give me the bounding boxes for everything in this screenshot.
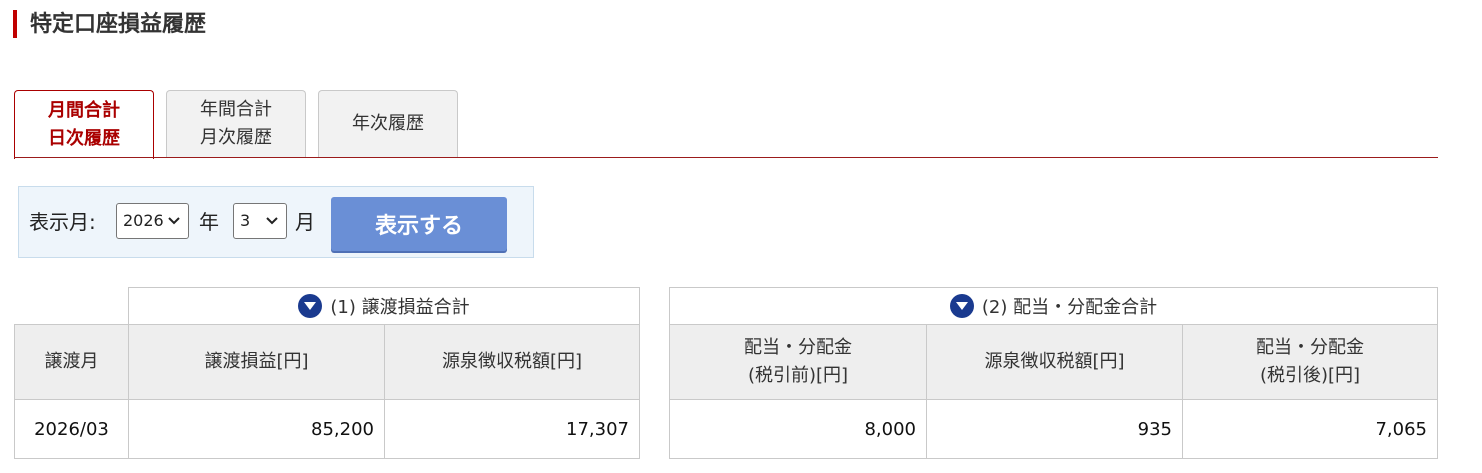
chevron-down-icon [167, 204, 181, 251]
header-transfer-pl: 譲渡損益[円] [128, 324, 385, 400]
tab-label-line1: 年次履歴 [352, 113, 424, 134]
tab-label-line2: 日次履歴 [48, 128, 120, 149]
chevron-down-icon [265, 204, 279, 251]
page-title: 特定口座損益履歴 [30, 12, 207, 37]
header-dividend-withholding-tax: 源泉徴収税額[円] [926, 324, 1183, 400]
year-select-value: 2026 [123, 211, 164, 230]
header-text: 配当・分配金 [744, 337, 852, 358]
tab-divider [14, 157, 1438, 158]
dividend-group-title: (2) 配当・分配金合計 [981, 297, 1158, 318]
header-withholding-tax: 源泉徴収税額[円] [384, 324, 640, 400]
month-select[interactable]: 3 [233, 203, 287, 239]
cell-dividend-withholding-tax: 935 [926, 399, 1183, 459]
tab-label-line2: 月次履歴 [200, 127, 272, 148]
header-text: (税引前)[円] [747, 365, 849, 386]
triangle-down-icon[interactable] [949, 294, 974, 318]
title-accent-bar [13, 10, 17, 38]
cell-dividend-before-tax: 8,000 [669, 399, 927, 459]
year-select[interactable]: 2026 [116, 203, 189, 239]
header-transfer-month: 譲渡月 [14, 324, 129, 400]
year-unit: 年 [199, 210, 219, 234]
display-month-filter: 表示月: 2026 年 3 月 表示する [18, 186, 534, 258]
dividend-group-header: (2) 配当・分配金合計 [669, 287, 1438, 325]
cell-withholding-tax: 17,307 [384, 399, 640, 459]
header-text: 譲渡月 [44, 351, 99, 372]
tab-label-line1: 年間合計 [200, 99, 272, 120]
header-dividend-after-tax: 配当・分配金 (税引後)[円] [1182, 324, 1438, 400]
display-month-label: 表示月: [29, 210, 96, 234]
triangle-down-icon[interactable] [298, 294, 323, 318]
month-select-value: 3 [240, 211, 251, 230]
header-text: 源泉徴収税額[円] [984, 351, 1125, 372]
transfer-pl-group-header: (1) 譲渡損益合計 [128, 287, 640, 325]
header-text: 源泉徴収税額[円] [441, 351, 583, 372]
transfer-pl-group-title: (1) 譲渡損益合計 [330, 297, 470, 318]
tab-monthly-total-daily-history[interactable]: 月間合計 日次履歴 [14, 90, 154, 159]
show-button[interactable]: 表示する [331, 197, 507, 251]
tab-yearly-history[interactable]: 年次履歴 [318, 90, 458, 157]
header-dividend-before-tax: 配当・分配金 (税引前)[円] [669, 324, 927, 400]
month-unit: 月 [295, 210, 315, 234]
header-text: (税引後)[円] [1259, 365, 1361, 386]
tab-label-line1: 月間合計 [48, 100, 120, 121]
cell-transfer-pl: 85,200 [128, 399, 385, 459]
cell-transfer-month: 2026/03 [14, 399, 129, 459]
tab-yearly-total-monthly-history[interactable]: 年間合計 月次履歴 [166, 90, 306, 157]
cell-dividend-after-tax: 7,065 [1182, 399, 1438, 459]
header-text: 譲渡損益[円] [204, 351, 309, 372]
header-text: 配当・分配金 [1256, 337, 1364, 358]
